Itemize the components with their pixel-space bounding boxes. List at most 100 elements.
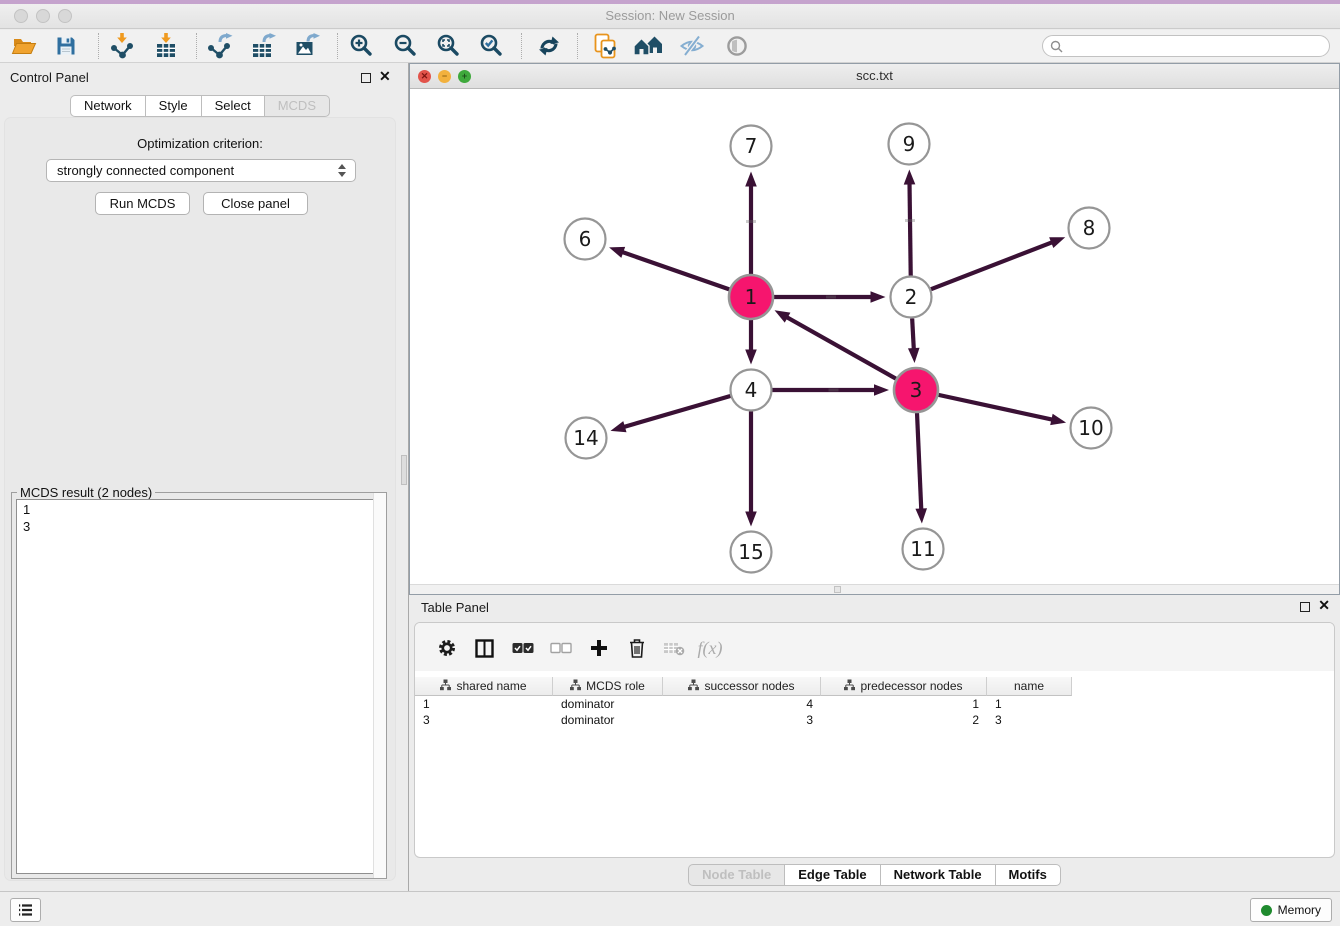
optimization-criterion-select[interactable]: strongly connected component xyxy=(46,159,356,182)
show-all-icon[interactable] xyxy=(721,31,753,61)
graph-edge-3-11[interactable] xyxy=(917,413,921,512)
tab-select[interactable]: Select xyxy=(201,95,264,117)
zoom-in-icon[interactable] xyxy=(346,31,378,61)
graph-edge-label xyxy=(826,296,836,299)
optimization-criterion-label: Optimization criterion: xyxy=(5,136,395,151)
refresh-icon[interactable] xyxy=(533,31,565,61)
export-network-icon[interactable] xyxy=(204,31,236,61)
tab-edge-table[interactable]: Edge Table xyxy=(784,864,879,886)
unselect-all-columns-icon[interactable] xyxy=(547,634,575,662)
graph-edge-2-9[interactable] xyxy=(909,181,910,275)
add-column-icon[interactable] xyxy=(585,634,613,662)
control-panel-close-icon[interactable]: ✕ xyxy=(379,68,391,85)
export-table-icon[interactable] xyxy=(247,31,279,61)
mcds-result-title: MCDS result (2 nodes) xyxy=(17,485,155,500)
graph-node-label: 14 xyxy=(573,426,598,450)
mcds-result-text[interactable]: 1 3 xyxy=(16,499,382,874)
toolbar-separator xyxy=(521,33,522,59)
table-cell[interactable]: 3 xyxy=(987,712,1072,728)
column-header-predecessor-nodes[interactable]: predecessor nodes xyxy=(821,677,987,696)
column-header-name[interactable]: name xyxy=(987,677,1072,696)
tab-motifs[interactable]: Motifs xyxy=(995,864,1061,886)
graph-edge-2-3[interactable] xyxy=(912,318,914,351)
graph-edge-arrowhead xyxy=(745,512,757,527)
node-table: shared nameMCDS role successor nodes prede… xyxy=(415,677,1334,728)
zoom-selected-icon[interactable] xyxy=(476,31,508,61)
table-cell[interactable]: 3 xyxy=(663,712,821,728)
graph-edge-label xyxy=(829,389,839,392)
search-input[interactable] xyxy=(1067,37,1322,55)
hierarchy-icon xyxy=(570,679,581,694)
column-header-shared-name[interactable]: shared name xyxy=(415,677,553,696)
table-cell[interactable]: 4 xyxy=(663,696,821,712)
network-canvas[interactable]: 7968124314101511 xyxy=(410,90,1339,584)
table-row[interactable]: 1dominator411 xyxy=(415,696,1334,712)
table-row[interactable]: 3dominator323 xyxy=(415,712,1334,728)
column-header-MCDS-role[interactable]: MCDS role xyxy=(553,677,663,696)
tab-style[interactable]: Style xyxy=(145,95,201,117)
graph-edge-arrowhead xyxy=(1049,237,1065,248)
first-neighbors-icon[interactable] xyxy=(632,31,664,61)
tab-node-table[interactable]: Node Table xyxy=(688,864,784,886)
save-session-icon[interactable] xyxy=(50,31,82,61)
dropdown-value: strongly connected component xyxy=(57,163,234,178)
result-scrollbar[interactable] xyxy=(373,493,386,878)
horizontal-splitter[interactable] xyxy=(410,584,1339,594)
graph-edge-3-10[interactable] xyxy=(938,395,1054,420)
delete-columns-icon[interactable] xyxy=(623,634,651,662)
graph-edge-arrowhead xyxy=(609,247,625,258)
column-label: successor nodes xyxy=(704,679,794,693)
import-table-icon[interactable] xyxy=(150,31,182,61)
search-box[interactable] xyxy=(1042,35,1330,57)
toolbar-separator xyxy=(196,33,197,59)
memory-button[interactable]: Memory xyxy=(1250,898,1332,922)
hierarchy-icon xyxy=(844,679,855,694)
export-image-icon[interactable] xyxy=(291,31,323,61)
hide-selected-icon[interactable] xyxy=(676,31,708,61)
search-icon xyxy=(1050,40,1064,54)
graph-edge-1-6[interactable] xyxy=(620,251,729,289)
clone-network-icon[interactable] xyxy=(589,31,621,61)
select-all-columns-icon[interactable] xyxy=(509,634,537,662)
tab-mcds[interactable]: MCDS xyxy=(264,95,330,117)
settings-gear-icon[interactable] xyxy=(433,634,461,662)
graph-node-label: 11 xyxy=(910,537,935,561)
toolbar-separator xyxy=(98,33,99,59)
fit-content-icon[interactable] xyxy=(433,31,465,61)
column-header-successor-nodes[interactable]: successor nodes xyxy=(663,677,821,696)
vertical-splitter[interactable] xyxy=(400,63,409,891)
graph-edge-4-14[interactable] xyxy=(622,396,730,428)
graph-edge-3-1[interactable] xyxy=(785,316,896,379)
table-tabs: Node TableEdge TableNetwork TableMotifs xyxy=(409,864,1340,886)
table-cell[interactable]: 2 xyxy=(821,712,987,728)
task-history-button[interactable] xyxy=(10,898,41,922)
column-label: predecessor nodes xyxy=(860,679,962,693)
graph-node-label: 8 xyxy=(1083,216,1096,240)
zoom-out-icon[interactable] xyxy=(390,31,422,61)
tab-network[interactable]: Network xyxy=(70,95,145,117)
table-cell[interactable]: 1 xyxy=(415,696,553,712)
column-view-icon[interactable] xyxy=(470,634,498,662)
graph-edge-arrowhead xyxy=(775,310,791,322)
table-cell[interactable]: dominator xyxy=(553,696,663,712)
splitter-grip[interactable] xyxy=(834,586,841,593)
memory-label: Memory xyxy=(1278,903,1321,917)
splitter-grip[interactable] xyxy=(401,455,407,485)
graph-node-label: 9 xyxy=(903,132,916,156)
table-cell[interactable]: dominator xyxy=(553,712,663,728)
network-view-window: ✕ − + scc.txt 7968124314101511 xyxy=(409,63,1340,595)
table-cell[interactable]: 1 xyxy=(987,696,1072,712)
open-session-icon[interactable] xyxy=(8,31,40,61)
import-network-icon[interactable] xyxy=(106,31,138,61)
table-cell[interactable]: 1 xyxy=(821,696,987,712)
table-panel-float-icon[interactable] xyxy=(1300,602,1310,612)
node-table-container: f(x) shared nameMCDS rolesuccessor nodes… xyxy=(414,622,1335,858)
tab-network-table[interactable]: Network Table xyxy=(880,864,995,886)
table-panel-close-icon[interactable]: ✕ xyxy=(1318,597,1330,614)
close-panel-button[interactable]: Close panel xyxy=(203,192,308,215)
table-cell[interactable]: 3 xyxy=(415,712,553,728)
graph-edge-arrowhead xyxy=(1050,414,1066,425)
graph-edge-2-8[interactable] xyxy=(931,242,1054,290)
run-mcds-button[interactable]: Run MCDS xyxy=(95,192,190,215)
control-panel-float-icon[interactable] xyxy=(361,73,371,83)
